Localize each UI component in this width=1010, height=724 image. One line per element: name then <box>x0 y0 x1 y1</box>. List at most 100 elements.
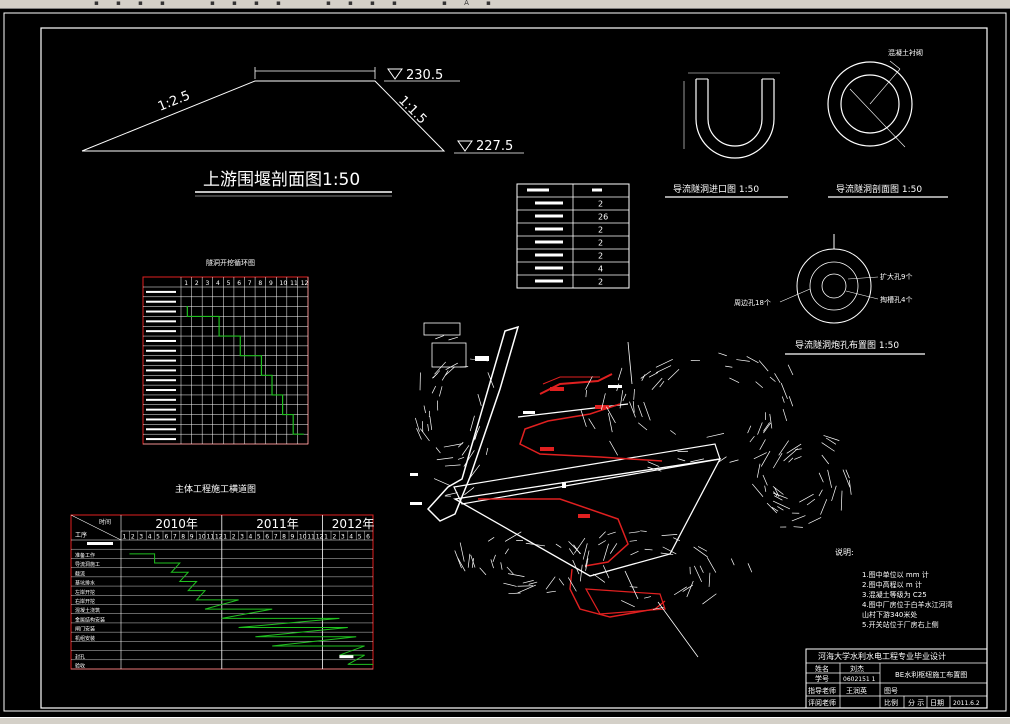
layer-icon[interactable]: ▪ <box>440 0 449 7</box>
schedule-month-label: 7 <box>274 534 278 541</box>
drawing-canvas[interactable]: 1:2.5 1:1.5 230.5 227.5 上游围堰剖面图1:50 导流隧洞… <box>0 9 1010 717</box>
schedule-title: 主体工程施工横道图 <box>175 483 256 495</box>
progress-row-label <box>146 409 176 411</box>
properties-icon[interactable]: ▪ <box>390 0 399 7</box>
note-item: 2.图中高程以 m 计 <box>862 580 922 589</box>
copy-icon[interactable]: ▪ <box>208 0 217 7</box>
notes-header: 说明: <box>835 547 854 557</box>
name-label: 姓名 <box>815 664 829 673</box>
progress-line <box>186 307 303 435</box>
schedule-chart: 主体工程施工横道图 时间工序2010年2011年2012年12345678910… <box>71 483 374 670</box>
schedule-month-label: 12 <box>316 534 324 541</box>
progress-col-label: 4 <box>216 280 220 287</box>
schedule-month-label: 1 <box>223 534 227 541</box>
schedule-row-label: 截流 <box>75 570 85 577</box>
schedule-month-label: 4 <box>148 534 152 541</box>
reviewer-label: 评阅老师 <box>808 698 836 707</box>
qty-header-right <box>592 189 602 192</box>
progress-row-label <box>146 379 176 381</box>
upstream-title: 上游围堰剖面图1:50 <box>203 170 360 190</box>
qty-row-label <box>535 228 563 231</box>
tunnel-inlet-drawing: 导流隧洞进口图 1:50 <box>665 73 788 197</box>
tunnel-blast-title: 导流隧洞炮孔布置图 1:50 <box>795 339 899 351</box>
qty-row-value: 2 <box>598 239 603 248</box>
elev-top-label: 230.5 <box>406 68 443 83</box>
progress-col-label: 2 <box>195 280 199 287</box>
outer-frame <box>4 13 1006 711</box>
schedule-header-left: 工序 <box>75 531 87 539</box>
note-item: 山村下游340米处 <box>862 610 917 619</box>
blast-label-expand: 扩大孔9个 <box>880 272 912 281</box>
zoom-window-icon[interactable]: ▪ <box>368 0 377 7</box>
pan-icon[interactable]: ▪ <box>324 0 333 7</box>
schedule-month-label: 7 <box>173 534 177 541</box>
zoom-icon[interactable]: ▪ <box>346 0 355 7</box>
split-label: 分 示 <box>908 698 924 707</box>
schedule-year-label: 2012年 <box>332 517 375 531</box>
schedule-month-label: 3 <box>139 534 143 541</box>
open-icon[interactable]: ▪ <box>92 0 101 7</box>
save-icon[interactable]: ▪ <box>114 0 123 7</box>
progress-col-label: 12 <box>301 280 309 287</box>
date-value: 2011.6.2 <box>953 700 980 707</box>
inner-frame <box>41 28 987 708</box>
progress-col-label: 8 <box>258 280 262 287</box>
schedule-month-label: 2 <box>232 534 236 541</box>
schedule-month-label: 6 <box>265 534 269 541</box>
schedule-month-label: 2 <box>131 534 135 541</box>
text-style-icon[interactable]: A <box>462 0 471 7</box>
progress-row-label <box>146 340 176 342</box>
schedule-month-label: 8 <box>282 534 286 541</box>
redo-icon[interactable]: ▪ <box>274 0 283 7</box>
schedule-month-label: 4 <box>249 534 253 541</box>
note-item: 3.混凝土等级为 C25 <box>862 590 927 599</box>
qty-row-value: 2 <box>598 200 603 209</box>
progress-row-label <box>146 360 176 362</box>
site-plan <box>410 323 851 657</box>
progress-row-label <box>146 330 176 332</box>
schedule-month-label: 11 <box>307 534 315 541</box>
school-text: 河海大学水利水电工程专业毕业设计 <box>818 651 946 661</box>
quantity-table: 22622242 <box>517 184 629 288</box>
upstream-cofferdam-section: 1:2.5 1:1.5 230.5 227.5 上游围堰剖面图1:50 <box>82 67 524 196</box>
progress-col-label: 7 <box>248 280 252 287</box>
progress-col-label: 10 <box>280 280 288 287</box>
toolbar: ▪ ▪ ▪ ▪ ▪ ▪ ▪ ▪ ▪ ▪ ▪ ▪ ▪ A ▪ <box>0 0 1010 9</box>
progress-row-label <box>146 418 176 420</box>
cut-icon[interactable]: ▪ <box>158 0 167 7</box>
schedule-row-label: 导流洞施工 <box>75 561 100 568</box>
blast-hole-layout: 扩大孔9个 掏槽孔4个 周边孔18个 导流隧洞炮孔布置图 1:50 <box>734 234 925 354</box>
schedule-month-label: 3 <box>341 534 345 541</box>
schedule-month-label: 1 <box>123 534 127 541</box>
paste-icon[interactable]: ▪ <box>230 0 239 7</box>
dim-style-icon[interactable]: ▪ <box>484 0 493 7</box>
print-icon[interactable]: ▪ <box>136 0 145 7</box>
progress-row-label <box>146 369 176 371</box>
advisor-label: 指导老师 <box>808 686 836 695</box>
note-item: 1.图中单位以 mm 计 <box>862 570 929 579</box>
id-label: 学号 <box>815 674 829 683</box>
schedule-row-label: 右岸开挖 <box>75 598 95 605</box>
tunnel-section-title: 导流隧洞剖面图 1:50 <box>836 183 922 195</box>
schedule-row-label: 准备工作 <box>75 552 95 559</box>
schedule-month-label: 10 <box>299 534 307 541</box>
qty-row-label <box>535 254 563 257</box>
schedule-year-label: 2010年 <box>155 517 198 531</box>
schedule-row-label: 封孔 <box>75 653 85 660</box>
schedule-month-label: 11 <box>207 534 215 541</box>
schedule-row-label: 左岸开挖 <box>75 589 95 596</box>
qty-row-value: 2 <box>598 226 603 235</box>
page-label: 图号 <box>884 687 898 695</box>
drawing-title-value: BE水利枢纽施工布置图 <box>895 670 967 679</box>
progress-row-label <box>146 291 176 293</box>
progress-row-label <box>146 311 176 313</box>
undo-icon[interactable]: ▪ <box>252 0 261 7</box>
schedule-header-top: 时间 <box>99 518 111 526</box>
progress-col-label: 9 <box>269 280 273 287</box>
schedule-end-mark <box>339 655 353 658</box>
qty-row-label <box>535 280 563 283</box>
id-value: 0602151 1 <box>843 676 876 683</box>
schedule-month-label: 3 <box>240 534 244 541</box>
schedule-month-label: 9 <box>291 534 295 541</box>
tunnel-section-drawing: 混凝土衬砌 导流隧洞剖面图 1:50 <box>828 48 948 197</box>
